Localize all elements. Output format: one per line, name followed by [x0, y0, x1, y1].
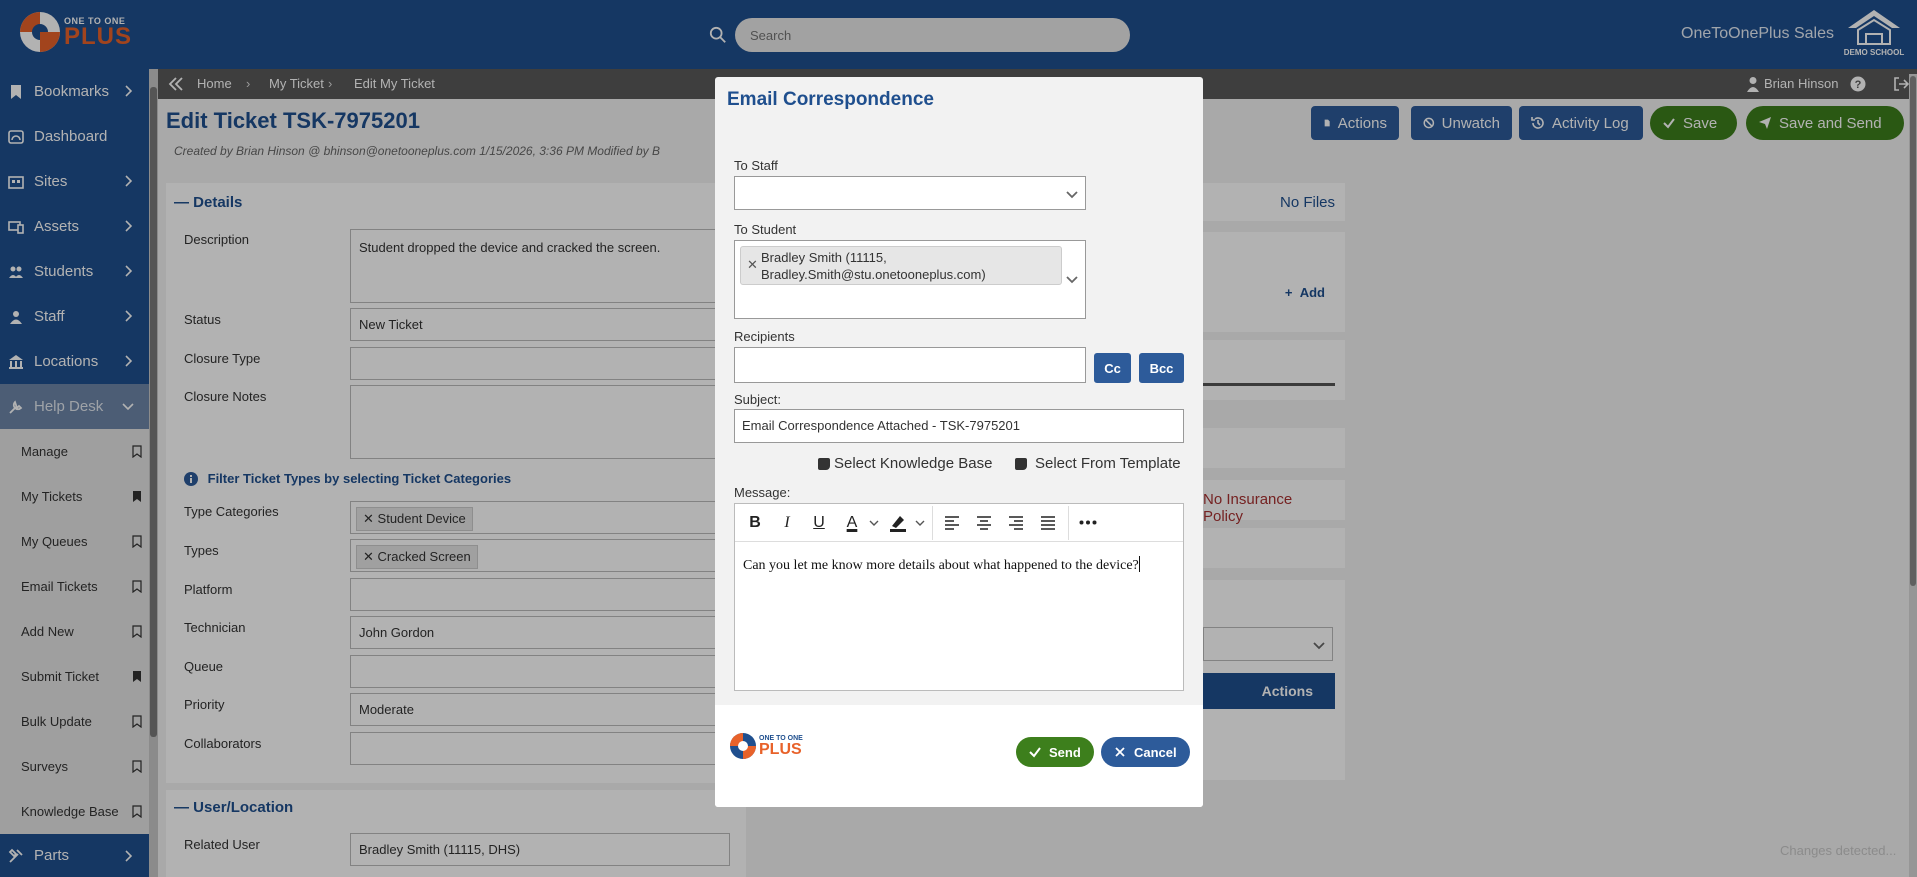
note-icon: [818, 457, 830, 470]
chevron-down-icon[interactable]: [869, 520, 879, 527]
footer-logo: ONE TO ONE PLUS: [729, 732, 803, 760]
align-center-icon[interactable]: [976, 515, 992, 530]
cancel-button[interactable]: Cancel: [1101, 737, 1190, 767]
toolbar-divider: [932, 506, 933, 540]
close-icon: [1115, 747, 1125, 757]
recipients-label: Recipients: [734, 329, 795, 344]
email-correspondence-modal: Email Correspondence To Staff To Student…: [715, 77, 1203, 807]
select-from-template-label: Select From Template: [1035, 455, 1181, 472]
chevron-down-icon: [1066, 191, 1078, 199]
student-tag-line1: Bradley Smith (11115,: [761, 250, 887, 265]
send-button[interactable]: Send: [1016, 737, 1094, 767]
editor-toolbar: B I U A: [735, 504, 1183, 542]
message-body[interactable]: Can you let me know more details about w…: [743, 556, 1140, 574]
toolbar-divider: [1068, 506, 1069, 540]
recipients-input[interactable]: [734, 347, 1086, 383]
align-right-icon[interactable]: [1008, 515, 1024, 530]
select-from-template-link[interactable]: Select From Template: [1015, 455, 1181, 472]
more-options-icon[interactable]: [1079, 520, 1097, 525]
text-caret: [1138, 556, 1140, 572]
to-student-select[interactable]: ✕ Bradley Smith (11115, Bradley.Smith@st…: [734, 240, 1086, 319]
check-icon: [1029, 747, 1041, 758]
subject-input[interactable]: Email Correspondence Attached - TSK-7975…: [734, 409, 1184, 443]
select-knowledge-base-link[interactable]: Select Knowledge Base: [818, 455, 992, 472]
bcc-button[interactable]: Bcc: [1139, 353, 1184, 383]
bold-icon[interactable]: B: [745, 513, 765, 533]
message-text: Can you let me know more details about w…: [743, 558, 1139, 573]
highlight-icon[interactable]: [888, 514, 908, 532]
chevron-down-icon: [1066, 276, 1078, 284]
send-button-label: Send: [1049, 744, 1081, 760]
align-justify-icon[interactable]: [1040, 515, 1056, 530]
to-staff-select[interactable]: [734, 176, 1086, 210]
footer-logo-big: PLUS: [759, 741, 802, 758]
underline-icon[interactable]: U: [809, 513, 829, 533]
align-left-icon[interactable]: [944, 515, 960, 530]
student-recipient-tag[interactable]: ✕ Bradley Smith (11115, Bradley.Smith@st…: [740, 246, 1062, 285]
modal-title: Email Correspondence: [727, 89, 934, 110]
note-icon: [1015, 457, 1027, 470]
remove-tag-icon[interactable]: ✕: [747, 256, 758, 273]
to-student-label: To Student: [734, 222, 797, 237]
select-knowledge-base-label: Select Knowledge Base: [834, 455, 993, 472]
message-label: Message:: [734, 485, 791, 500]
to-staff-label: To Staff: [734, 158, 778, 173]
student-tag-line2: Bradley.Smith@stu.onetooneplus.com): [761, 267, 986, 282]
cancel-button-label: Cancel: [1134, 744, 1177, 760]
italic-icon[interactable]: I: [777, 513, 797, 533]
subject-value: Email Correspondence Attached - TSK-7975…: [742, 418, 1020, 433]
chevron-down-icon[interactable]: [915, 520, 925, 527]
message-editor[interactable]: B I U A Can you let me know more details…: [734, 503, 1184, 691]
cc-button[interactable]: Cc: [1094, 353, 1131, 383]
logo-mark-icon: [730, 733, 756, 759]
modal-footer: ONE TO ONE PLUS Send Cancel: [715, 705, 1203, 807]
subject-label: Subject:: [734, 392, 781, 407]
text-color-icon[interactable]: A: [842, 513, 862, 533]
